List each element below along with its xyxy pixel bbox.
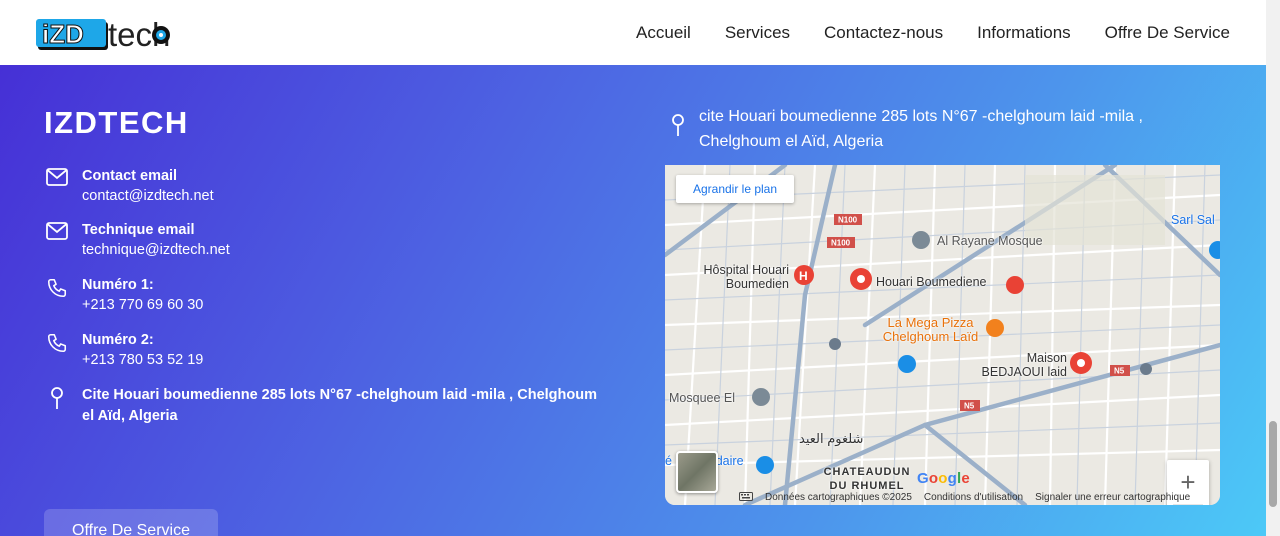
svg-text:H: H	[799, 269, 808, 283]
nav-accueil[interactable]: Accueil	[636, 23, 691, 43]
satellite-toggle[interactable]	[676, 451, 718, 493]
google-logo: Google	[917, 470, 970, 487]
brand-title: IZDTECH	[44, 105, 189, 140]
embedded-map[interactable]: N100 N100 N5 N5 H Agrandir le plan Hôspi…	[665, 165, 1220, 505]
mail-icon	[44, 220, 70, 246]
terms-link[interactable]: Conditions d'utilisation	[924, 492, 1023, 503]
main-nav: Accueil Services Contactez-nous Informat…	[636, 0, 1230, 65]
map-data-credit: Données cartographiques ©2025	[765, 492, 912, 503]
contact-label: Numéro 2:	[82, 332, 154, 348]
contact-value[interactable]: technique@izdtech.net	[82, 240, 230, 260]
address-item: Cite Houari boumedienne 285 lots N°67 -c…	[44, 385, 602, 427]
address-text: Cite Houari boumedienne 285 lots N°67 -c…	[82, 387, 597, 424]
map-address-text: cite Houari boumedienne 285 lots N°67 -c…	[699, 108, 1143, 150]
contact-label: Contact email	[82, 168, 178, 184]
map-card: cite Houari boumedienne 285 lots N°67 -c…	[665, 100, 1220, 505]
poi-maison-bedjaoui[interactable]: Maison BEDJAOUI laid	[973, 351, 1067, 379]
poi-la-mega-pizza[interactable]: La Mega Pizza Chelghoum Laïd	[873, 316, 988, 344]
nav-services[interactable]: Services	[725, 23, 790, 43]
city-label-arabic: شلغوم العيد	[799, 431, 864, 446]
report-error-link[interactable]: Signaler une erreur cartographique	[1035, 492, 1190, 503]
contact-label: Technique email	[82, 222, 195, 238]
nav-offre-de-service[interactable]: Offre De Service	[1105, 23, 1230, 43]
road-shield-label: N100	[831, 239, 851, 248]
bus-marker	[1140, 363, 1152, 375]
nav-informations[interactable]: Informations	[977, 23, 1071, 43]
shop-marker	[898, 355, 916, 373]
restaurant-marker	[986, 319, 1004, 337]
phone1-item: Numéro 1: +213 770 69 60 30	[44, 275, 203, 315]
poi-mosquee-el[interactable]: Mosquee El	[669, 391, 735, 405]
bus-marker	[829, 338, 841, 350]
contact-value[interactable]: +213 780 53 52 19	[82, 350, 203, 370]
location-pin-icon	[671, 114, 685, 143]
phone-icon	[44, 275, 70, 301]
site-header: iZD tech Accueil Services Contactez-nous…	[0, 0, 1266, 65]
shop-marker	[756, 456, 774, 474]
svg-text:iZD: iZD	[42, 19, 84, 49]
technique-email-item: Technique email technique@izdtech.net	[44, 220, 230, 260]
poi-mosque[interactable]: Al Rayane Mosque	[937, 234, 1043, 248]
page-scrollbar[interactable]	[1266, 0, 1280, 536]
site-logo[interactable]: iZD tech	[36, 10, 206, 54]
road-shield-label: N5	[964, 402, 975, 411]
phone2-item: Numéro 2: +213 780 53 52 19	[44, 330, 203, 370]
phone-icon	[44, 330, 70, 356]
contact-value[interactable]: contact@izdtech.net	[82, 186, 214, 206]
offre-de-service-button[interactable]: Offre De Service	[44, 509, 218, 536]
contact-email-item: Contact email contact@izdtech.net	[44, 166, 214, 206]
medical-marker	[1006, 276, 1024, 294]
mosque-marker	[912, 231, 930, 249]
poi-sarl[interactable]: Sarl Sal	[1171, 213, 1215, 227]
contact-label: Numéro 1:	[82, 277, 154, 293]
mosque-marker	[752, 388, 770, 406]
poi-hospital[interactable]: Hôspital Houari Boumedien	[693, 263, 789, 291]
nav-contactez-nous[interactable]: Contactez-nous	[824, 23, 943, 43]
poi-houari-boumediene[interactable]: Houari Boumediene	[876, 275, 987, 289]
scrollbar-thumb[interactable]	[1269, 421, 1277, 507]
enlarge-map-button[interactable]: Agrandir le plan	[676, 175, 794, 203]
road-shield-label: N100	[838, 216, 858, 225]
district-label: CHATEAUDUN DU RHUMEL	[823, 466, 911, 492]
road-shield-label: N5	[1114, 367, 1125, 376]
map-attribution: Données cartographiques ©2025 Conditions…	[739, 491, 1190, 504]
map-address-header: cite Houari boumedienne 285 lots N°67 -c…	[665, 100, 1220, 165]
keyboard-icon[interactable]	[739, 491, 753, 504]
location-pin-icon	[44, 385, 70, 411]
contact-value[interactable]: +213 770 69 60 30	[82, 295, 203, 315]
contact-section: IZDTECH Contact email contact@izdtech.ne…	[0, 65, 1266, 536]
mail-icon	[44, 166, 70, 192]
